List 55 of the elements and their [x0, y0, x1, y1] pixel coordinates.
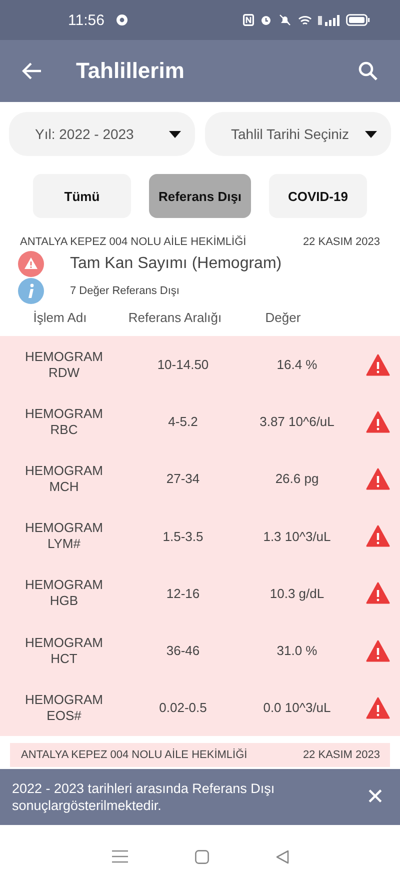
- test-cell-text: HEMOGRAM LYM#: [24, 520, 104, 552]
- battery-icon: [346, 14, 370, 26]
- nfc-icon: [243, 14, 254, 26]
- filter-tab[interactable]: Tümü: [33, 174, 131, 218]
- value-cell-text: 26.6 pg: [274, 471, 320, 486]
- warning-badge-icon: [18, 251, 44, 277]
- info-badge-icon: [18, 278, 44, 304]
- dropdown[interactable]: Yıl: 2022 - 2023: [9, 112, 195, 156]
- home-icon[interactable]: [194, 850, 208, 864]
- value-cell-text: 31.0 %: [276, 643, 318, 658]
- close-button[interactable]: ✕: [360, 784, 390, 810]
- page-title: Tahlillerim: [76, 58, 186, 84]
- value-cell-text: 10.3 g/dL: [268, 586, 326, 601]
- value-cell-text: 1.3 10^3/uL: [262, 528, 332, 544]
- test-cell-text: HEMOGRAM HCT: [24, 634, 104, 667]
- browser-icon: [116, 14, 128, 26]
- filter-tab[interactable]: COVID-19: [269, 174, 367, 218]
- dropdown[interactable]: Tahlil Tarihi Seçiniz: [205, 112, 391, 156]
- search-icon: [358, 61, 378, 81]
- range-cell-text: 10-14.50: [156, 357, 210, 372]
- value-cell-text: 3.87 10^6/uL: [258, 414, 336, 430]
- value-cell-text: 0.0 10^3/uL: [262, 700, 332, 716]
- range-cell-text: 27-34: [165, 471, 201, 486]
- test-cell-text: HEMOGRAM MCH: [24, 462, 104, 495]
- back-arrow-icon: [22, 62, 42, 80]
- test-cell-text: HEMOGRAM RBC: [24, 406, 104, 438]
- range-cell-text: 0.02-0.5: [158, 700, 208, 716]
- caret-icon: [169, 130, 181, 138]
- test-cell-text: HEMOGRAM EOS#: [24, 692, 104, 724]
- alarm-icon: [260, 14, 272, 26]
- snackbar-message: 2022 - 2023 tarihleri arasında Referans Dışı sonuçlargösterilmektedir.: [12, 780, 276, 814]
- column-header: İşlem Adı: [32, 310, 88, 327]
- test-cell-text: HEMOGRAM HGB: [24, 577, 104, 610]
- column-header: Değer: [264, 310, 302, 327]
- column-header: Referans Aralığı: [127, 310, 223, 327]
- value-cell-text: 16.4 %: [276, 357, 318, 372]
- filter-tab[interactable]: Referans Dışı: [149, 174, 251, 218]
- signal-icon: [318, 14, 340, 26]
- wifi-icon: [298, 14, 312, 26]
- range-cell-text: 36-46: [165, 643, 201, 658]
- mute-icon: [278, 14, 292, 26]
- range-cell-text: 4-5.2: [167, 414, 199, 430]
- out-of-range-summary: 7 Değer Referans Dışı: [70, 285, 180, 297]
- menu-icon[interactable]: [112, 850, 128, 864]
- test-cell-text: HEMOGRAM RDW: [24, 348, 104, 381]
- range-cell-text: 12-16: [165, 586, 201, 601]
- caret-icon: [365, 130, 377, 138]
- result-date: 22 KASIM 2023: [302, 749, 380, 762]
- test-name: Tam Kan Sayımı (Hemogram): [70, 255, 282, 273]
- range-cell-text: 1.5-3.5: [162, 528, 204, 544]
- back-icon[interactable]: [276, 850, 288, 864]
- institution-name: ANTALYA KEPEZ 004 NOLU AİLE HEKİMLİĞİ: [21, 749, 248, 762]
- institution-name: ANTALYA KEPEZ 004 NOLU AİLE HEKİMLİĞİ: [20, 236, 246, 248]
- status-time: 11:56: [68, 12, 104, 28]
- result-date: 22 KASIM 2023: [302, 236, 380, 248]
